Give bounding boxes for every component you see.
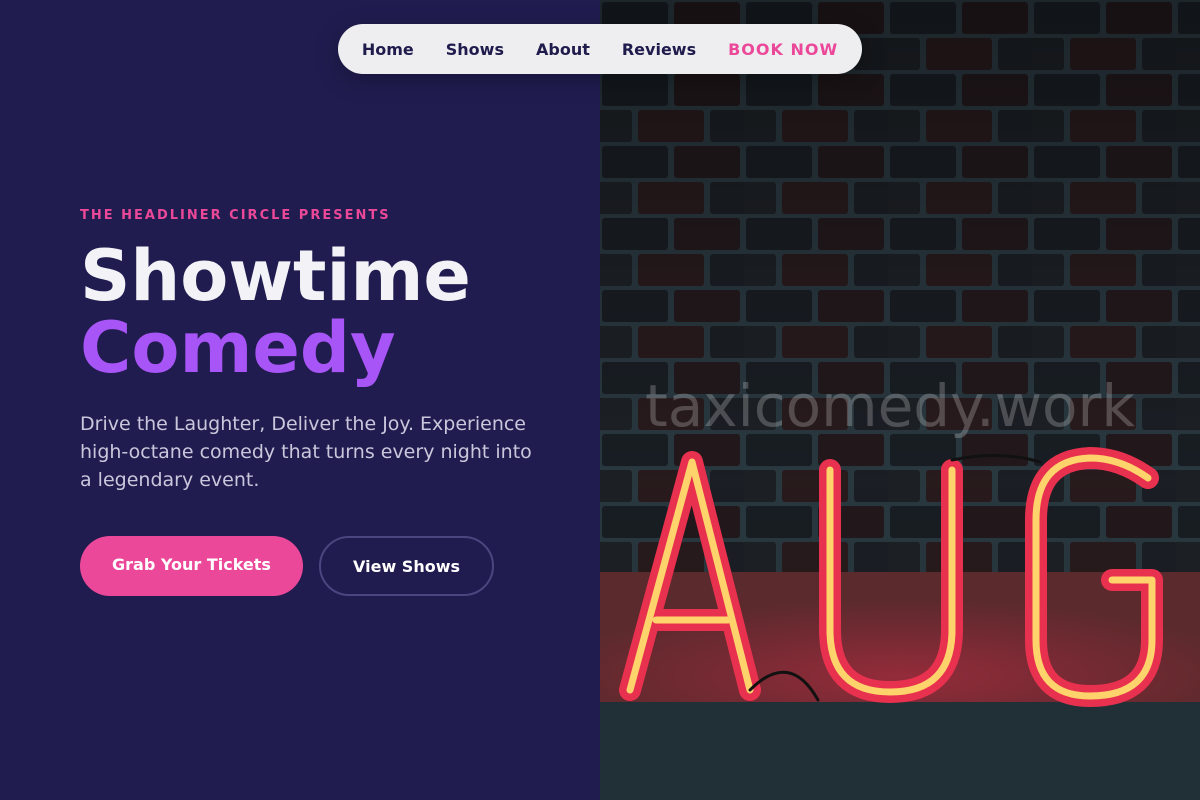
nav-item-shows[interactable]: Shows: [446, 40, 504, 59]
hero-title-line2: Comedy: [80, 307, 396, 389]
hero-left-panel: [0, 0, 600, 800]
nav-item-reviews[interactable]: Reviews: [622, 40, 696, 59]
hero-title: Showtime Comedy: [80, 240, 471, 384]
hero-title-line1: Showtime: [80, 235, 471, 317]
top-navigation: Home Shows About Reviews BOOK NOW: [338, 24, 862, 74]
hero-kicker: THE HEADLINER CIRCLE PRESENTS: [80, 208, 391, 223]
view-shows-button[interactable]: View Shows: [319, 536, 494, 596]
nav-item-about[interactable]: About: [536, 40, 590, 59]
hero-lead: Drive the Laughter, Deliver the Joy. Exp…: [80, 413, 532, 491]
nav-item-home[interactable]: Home: [362, 40, 414, 59]
image-watermark: taxicomedy.work: [645, 372, 1135, 440]
grab-tickets-button[interactable]: Grab Your Tickets: [80, 536, 303, 596]
book-now-link[interactable]: BOOK NOW: [728, 40, 838, 59]
